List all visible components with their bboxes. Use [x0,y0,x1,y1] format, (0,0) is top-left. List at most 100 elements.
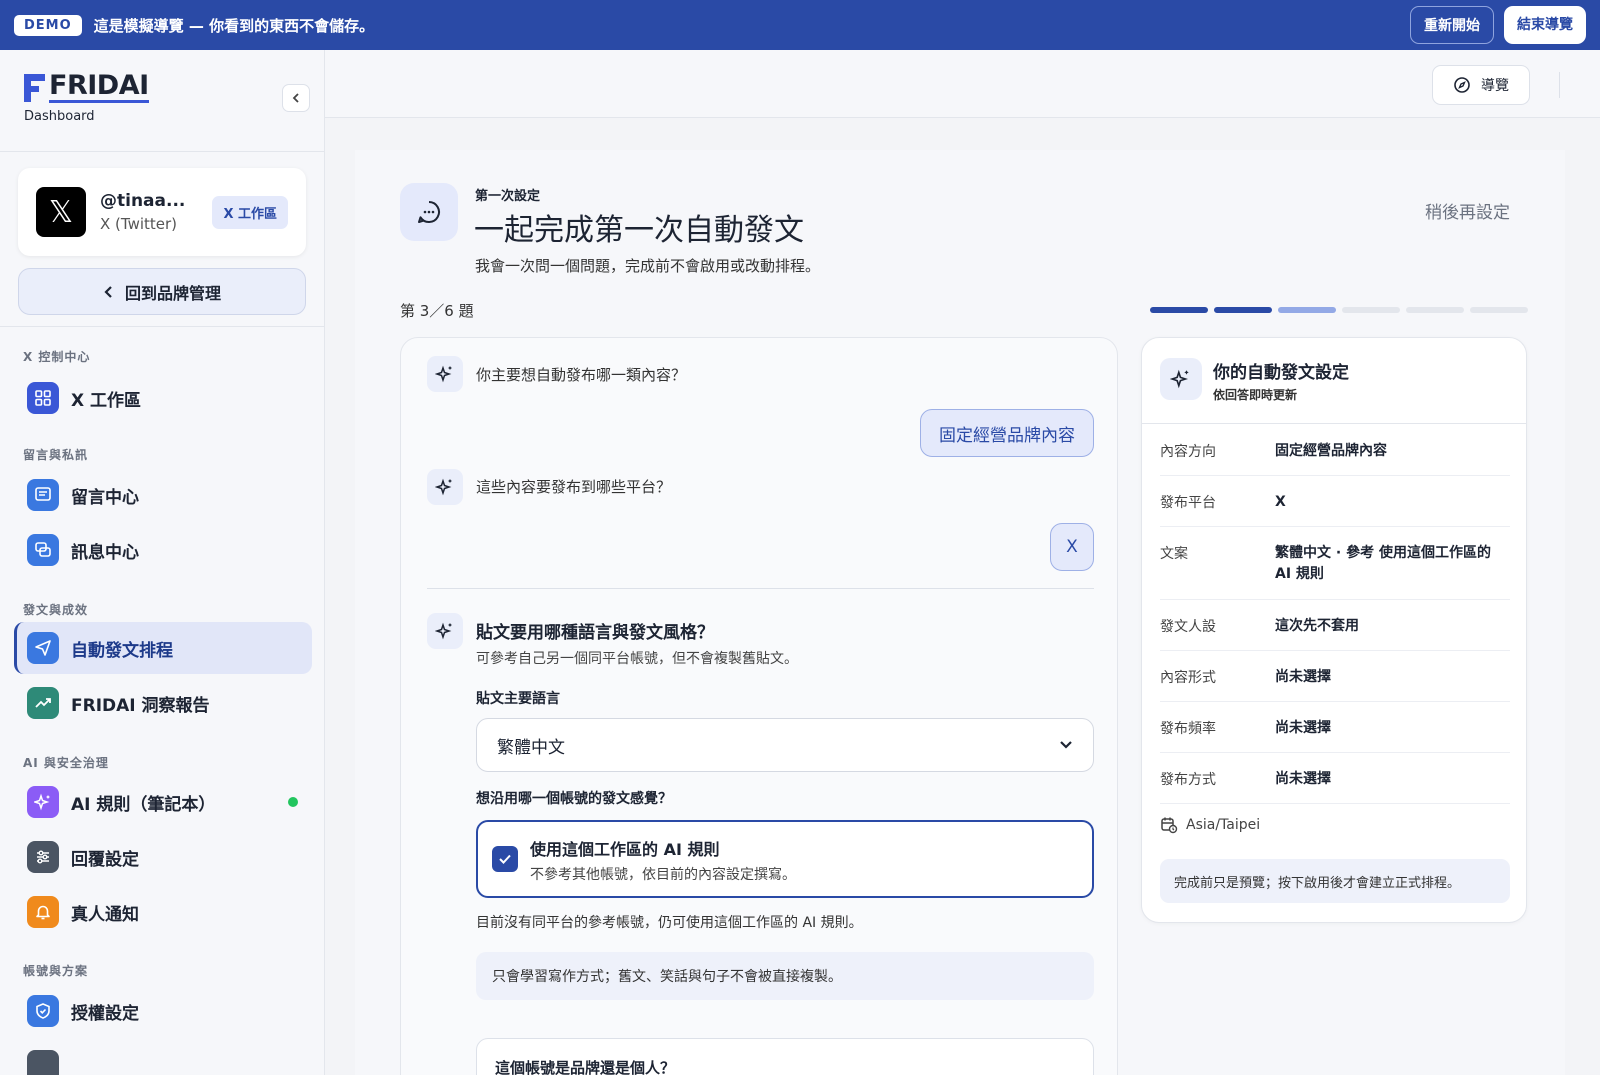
sparkle-icon [1160,358,1202,400]
language-select[interactable]: 繁體中文 [476,718,1094,772]
sidebar-item-label: 自動發文排程 [71,640,173,661]
setup-later-link[interactable]: 稍後再設定 [1425,198,1510,223]
summary-value: 繁體中文 · 參考 使用這個工作區的 AI 規則 [1275,545,1491,582]
section-title: 帳號與方案 [23,964,89,978]
summary-value: 尚未選擇 [1275,771,1331,787]
restart-tour-button[interactable]: 重新開始 [1410,6,1494,44]
chevron-down-icon [1060,741,1072,749]
progress-segment [1278,307,1336,313]
sidebar-item-label: FRIDAI 洞察報告 [71,695,210,716]
account-handle: @tinaa... [100,191,186,211]
account-platform: X (Twitter) [100,215,178,233]
info-text: 只會學習寫作方式；舊文、笑話與句子不會被直接複製。 [492,969,842,985]
summary-key: 發布平台 [1160,495,1216,511]
sidebar-item-x-workspace[interactable]: X 工作區 [14,372,312,424]
collapse-sidebar-button[interactable] [282,84,310,112]
sidebar-item-insights[interactable]: FRIDAI 洞察報告 [14,677,312,729]
compass-icon [1454,77,1470,93]
fridai-logo[interactable]: FRIDAI [24,72,300,103]
chat-icon [27,534,59,566]
brand-header: FRIDAI Dashboard [0,50,324,152]
chevron-left-icon [104,285,112,298]
user-answer-bubble: 固定經營品牌內容 [920,409,1094,457]
wizard-chat: 你主要想自動發布哪一類內容？ 固定經營品牌內容 這些內容要發布到哪些平台？ X … [400,337,1118,1075]
summary-row: 發布頻率 尚未選擇 [1160,702,1510,753]
sidebar-item-human-alerts[interactable]: 真人通知 [14,886,312,938]
x-logo-icon: 𝕏 [36,187,86,237]
chevron-left-icon [292,93,299,103]
account-card[interactable]: 𝕏 @tinaa... X (Twitter) X 工作區 [18,168,306,256]
wizard-eyebrow: 第一次設定 [475,189,541,204]
section-title: 發文與成效 [23,603,89,617]
summary-key: 發布頻率 [1160,721,1216,737]
next-question-title: 這個帳號是品牌還是個人？ [495,1059,676,1075]
sidebar-item-comments[interactable]: 留言中心 [14,469,312,521]
page-subtitle: 我會一次問一個問題，完成前不會啟用或改動排程。 [475,257,821,275]
progress-segment [1214,307,1272,313]
style-option-ai-rules[interactable]: 使用這個工作區的 AI 規則 不參考其他帳號，依目前的內容設定撰寫。 [476,820,1094,898]
summary-key: 內容形式 [1160,670,1216,686]
sidebar-item-partial[interactable] [14,1040,312,1075]
summary-key: 內容方向 [1160,444,1216,460]
end-tour-button[interactable]: 結束導覽 [1504,6,1586,44]
check-icon[interactable] [492,846,518,872]
summary-row: 文案 繁體中文 · 參考 使用這個工作區的 AI 規則 [1160,527,1510,600]
sidebar-item-label: 訊息中心 [71,542,139,563]
top-bar: 導覽 [325,50,1600,118]
step-indicator: 第 3／6 題 [400,302,474,320]
summary-key: 文案 [1160,546,1188,562]
summary-title: 你的自動發文設定 [1213,363,1349,383]
logo-text: FRIDAI [49,70,149,103]
sidebar-item-reply-settings[interactable]: 回覆設定 [14,831,312,883]
sidebar-item-auto-post[interactable]: 自動發文排程 [14,622,312,674]
tour-button[interactable]: 導覽 [1432,65,1530,105]
summary-key: 發文人設 [1160,619,1216,635]
summary-value: 尚未選擇 [1275,669,1331,685]
bot-question: 這些內容要發布到哪些平台？ [476,478,672,496]
sidebar-item-label: 留言中心 [71,487,139,508]
preview-note: 完成前只是預覽；按下啟用後才會建立正式排程。 [1160,859,1510,903]
reference-note: 目前沒有同平台的參考帳號，仍可使用這個工作區的 AI 規則。 [476,915,863,931]
sparkle-icon [427,469,463,505]
next-question-card[interactable]: 這個帳號是品牌還是個人？ [476,1038,1094,1075]
sparkle-icon [427,613,463,649]
demo-message: 這是模擬導覽 — 你看到的東西不會儲存。 [93,16,375,35]
page-title: 一起完成第一次自動發文 [474,213,804,248]
workspace-badge[interactable]: X 工作區 [212,195,288,229]
bot-question: 你主要想自動發布哪一類內容？ [476,366,687,384]
preview-note-text: 完成前只是預覽；按下啟用後才會建立正式排程。 [1174,875,1461,891]
sidebar-item-ai-rules[interactable]: AI 規則（筆記本） [14,776,312,828]
trend-icon [27,687,59,719]
logo-mark-icon [24,73,45,102]
settings-icon [27,1050,59,1075]
back-to-brands-button[interactable]: 回到品牌管理 [18,268,306,315]
summary-row: 發布方式 尚未選擇 [1160,753,1510,804]
shield-icon [27,995,59,1027]
section-title: AI 與安全治理 [23,756,109,770]
question-subtitle: 可參考自己另一個同平台帳號，但不會複製舊貼文。 [476,651,798,667]
sidebar-item-messages[interactable]: 訊息中心 [14,524,312,576]
bell-icon [27,896,59,928]
send-icon [27,632,59,664]
section-title: X 控制中心 [23,350,91,364]
sidebar: FRIDAI Dashboard 𝕏 @tinaa... X (Twitter)… [0,50,325,1075]
comment-icon [27,479,59,511]
summary-row: 內容形式 尚未選擇 [1160,651,1510,702]
status-dot [288,797,298,807]
sidebar-item-authorization[interactable]: 授權設定 [14,985,312,1037]
settings-summary: 你的自動發文設定 依回答即時更新 內容方向 固定經營品牌內容 發布平台 X 文案… [1141,337,1527,923]
dashboard-label: Dashboard [24,109,95,124]
progress-segment [1150,307,1208,313]
progress-segment [1470,307,1528,313]
sidebar-item-label: AI 規則（筆記本） [71,794,216,815]
summary-key: 發布方式 [1160,772,1216,788]
summary-value: 尚未選擇 [1275,720,1331,736]
style-label: 想沿用哪一個帳號的發文感覺？ [476,791,672,807]
info-box: 只會學習寫作方式；舊文、笑話與句子不會被直接複製。 [476,952,1094,1000]
question-title: 貼文要用哪種語言與發文風格？ [476,623,714,643]
language-label: 貼文主要語言 [476,691,560,707]
demo-badge: DEMO [14,14,82,36]
timezone: Asia/Taipei [1160,816,1260,834]
sidebar-item-label: X 工作區 [71,390,142,411]
section-title: 留言與私訊 [23,448,89,462]
